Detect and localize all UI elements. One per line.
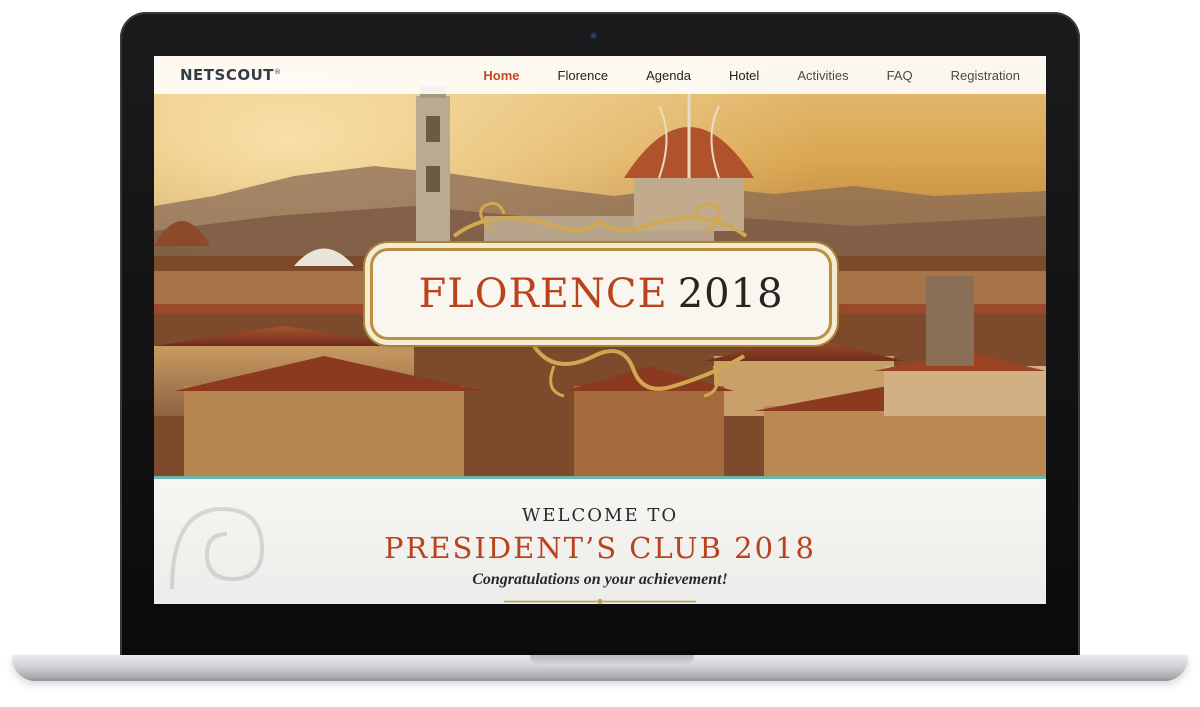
event-title: FLORENCE 2018	[418, 271, 783, 317]
laptop-mockup: FLORENCE 2018 NETSCOUT® Home Florence Age…	[0, 0, 1200, 707]
logo-text: NETSCOUT	[180, 66, 275, 84]
nav-item-hotel[interactable]: Hotel	[729, 68, 759, 83]
top-navigation: NETSCOUT® Home Florence Agenda Hotel Act…	[154, 56, 1046, 94]
presidents-club-title: PRESIDENT’S CLUB 2018	[384, 531, 816, 565]
section-divider	[154, 476, 1046, 479]
webcam-icon	[590, 32, 599, 41]
congratulations-text: Congratulations on your achievement!	[472, 571, 728, 588]
welcome-heading: WELCOME TO	[521, 505, 679, 526]
nav-item-faq[interactable]: FAQ	[887, 68, 913, 83]
gold-divider-ornament	[504, 599, 696, 604]
event-year: 2018	[677, 271, 784, 317]
event-city: FLORENCE	[418, 271, 668, 317]
welcome-section: WELCOME TO PRESIDENT’S CLUB 2018 Congrat…	[154, 479, 1046, 604]
nav-item-activities[interactable]: Activities	[797, 68, 848, 83]
laptop-screen: FLORENCE 2018 NETSCOUT® Home Florence Age…	[154, 56, 1046, 604]
logo-trademark: ®	[274, 68, 282, 76]
nav-item-home[interactable]: Home	[483, 68, 519, 83]
event-title-plaque: FLORENCE 2018	[370, 248, 832, 340]
netscout-logo[interactable]: NETSCOUT®	[180, 66, 282, 84]
nav-item-florence[interactable]: Florence	[558, 68, 609, 83]
nav-menu: Home Florence Agenda Hotel Activities FA…	[445, 56, 1020, 94]
nav-item-agenda[interactable]: Agenda	[646, 68, 691, 83]
hero-image: FLORENCE 2018	[154, 56, 1046, 476]
laptop-base	[12, 655, 1188, 681]
laptop-notch	[530, 655, 694, 666]
nav-item-registration[interactable]: Registration	[951, 68, 1020, 83]
